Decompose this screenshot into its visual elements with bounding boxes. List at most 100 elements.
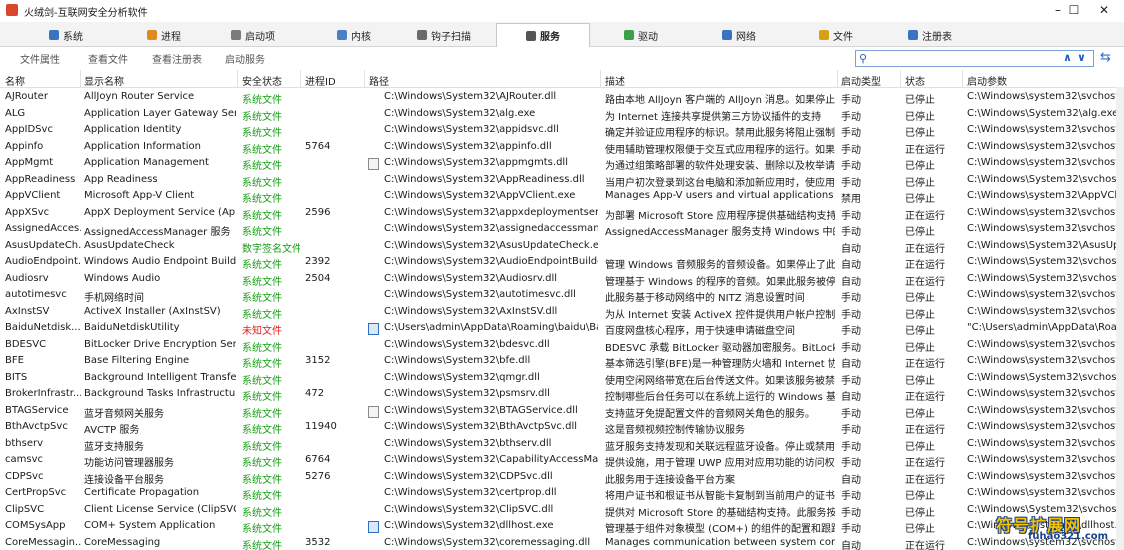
tab-0[interactable]: 系统	[20, 24, 112, 46]
table-row[interactable]: COMSysApp COM+ System Application 系统文件 C:\W…	[0, 518, 1124, 535]
vertical-scrollbar[interactable]	[1116, 87, 1124, 550]
table-row[interactable]: ALG Application Layer Gateway Servi... 系统文…	[0, 106, 1124, 123]
file-icon	[368, 521, 379, 533]
column-state[interactable]: 状态	[905, 73, 925, 88]
cell-state: 已停止	[905, 326, 935, 337]
tab-2[interactable]: 启动项	[207, 24, 299, 46]
cell-description: 提供设施，用于管理 UWP 应用对应用功能的访问权...	[605, 458, 835, 469]
cell-start-params: C:\Windows\system32\svchost.e	[967, 421, 1116, 432]
cell-path: C:\Windows\System32\CapabilityAccessMana…	[384, 454, 598, 465]
tab-5[interactable]: 服务	[496, 23, 590, 48]
column-path[interactable]: 路径	[369, 73, 389, 88]
table-row[interactable]: BthAvctpSvc AVCTP 服务 系统文件 11940 C:\Windows\S…	[0, 419, 1124, 436]
tab-8[interactable]: 文件	[790, 24, 882, 46]
cell-start-type: 手动	[841, 161, 861, 172]
cell-pid: 2596	[305, 206, 331, 218]
start-service-button[interactable]: 启动服务	[225, 51, 265, 66]
table-row[interactable]: autotimesvc 手机网络时间 系统文件 C:\Windows\System32…	[0, 287, 1124, 304]
search-input[interactable]: ⚲ ∧ ∨	[855, 50, 1094, 67]
table-row[interactable]: BTAGService 蓝牙音频网关服务 系统文件 C:\Windows\System…	[0, 403, 1124, 420]
table-row[interactable]: BrokerInfrastr... Background Tasks Infras…	[0, 386, 1124, 403]
table-row[interactable]: camsvc 功能访问管理器服务 系统文件 6764 C:\Windows\System…	[0, 452, 1124, 469]
cell-display-name: CoreMessaging	[84, 536, 161, 548]
table-row[interactable]: AppIDSvc Application Identity 系统文件 C:\Windo…	[0, 122, 1124, 139]
cell-description: 为部署 Microsoft Store 应用程序提供基础结构支持...	[605, 210, 835, 222]
column-security-status[interactable]: 安全状态	[242, 73, 282, 88]
tab-label: 网络	[736, 31, 756, 43]
cell-display-name: AppX Deployment Service (App...	[84, 206, 236, 218]
service-table-body: AJRouter AllJoyn Router Service 系统文件 C:\Win…	[0, 89, 1124, 550]
tab-3[interactable]: 内核	[308, 24, 400, 46]
table-row[interactable]: BaiduNetdisk... BaiduNetdiskUtility 未知文件 C:…	[0, 320, 1124, 337]
table-row[interactable]: CoreMessagin... CoreMessaging 系统文件 3532 C:\W…	[0, 535, 1124, 550]
cell-start-type: 手动	[841, 491, 861, 502]
refresh-icon[interactable]: ⇆	[1100, 50, 1111, 65]
cell-start-params: C:\Windows\system32\svchost.e	[967, 289, 1116, 300]
cell-display-name: Windows Audio Endpoint Builder	[84, 256, 236, 267]
table-row[interactable]: CDPSvc 连接设备平台服务 系统文件 5276 C:\Windows\System3…	[0, 469, 1124, 486]
cell-path: C:\Windows\System32\bfe.dll	[384, 355, 531, 366]
column-divider[interactable]	[80, 70, 81, 87]
cell-path: C:\Windows\System32\AudioEndpointBuilder…	[384, 256, 598, 267]
table-row[interactable]: AppMgmt Application Management 系统文件 C:\Wind…	[0, 155, 1124, 172]
cell-path: C:\Windows\System32\appmgmts.dll	[384, 157, 568, 168]
column-divider[interactable]	[900, 70, 901, 87]
tab-6[interactable]: 驱动	[595, 24, 687, 46]
table-row[interactable]: Appinfo Application Information 系统文件 5764 C:…	[0, 139, 1124, 156]
app-logo-icon	[6, 4, 18, 16]
column-description[interactable]: 描述	[605, 73, 625, 88]
file-properties-button[interactable]: 文件属性	[20, 51, 60, 66]
table-row[interactable]: AssignedAcces... AssignedAccessManager 服务…	[0, 221, 1124, 238]
cell-security-status: 系统文件	[242, 441, 282, 453]
tab-label: 系统	[63, 31, 83, 43]
table-row[interactable]: BFE Base Filtering Engine 系统文件 3152 C:\Windo…	[0, 353, 1124, 370]
column-start-type[interactable]: 启动类型	[841, 73, 881, 88]
view-file-button[interactable]: 查看文件	[88, 51, 128, 66]
column-divider[interactable]	[237, 70, 238, 87]
view-registry-button[interactable]: 查看注册表	[152, 51, 202, 66]
cell-pid: 11940	[305, 421, 337, 432]
cell-security-status: 系统文件	[242, 293, 282, 304]
cell-security-status: 系统文件	[242, 408, 282, 420]
column-divider[interactable]	[364, 70, 365, 87]
cell-start-params: C:\Windows\System32\alg.exe	[967, 107, 1116, 119]
cell-start-params: C:\Windows\System32\svchost.e	[967, 272, 1116, 284]
file-icon	[368, 158, 379, 170]
column-start-params[interactable]: 启动参数	[967, 73, 1007, 88]
cell-description: 控制哪些后台任务可以在系统上运行的 Windows 基...	[605, 392, 835, 403]
cell-security-status: 系统文件	[242, 128, 282, 139]
column-name[interactable]: 名称	[5, 73, 25, 88]
table-row[interactable]: bthserv 蓝牙支持服务 系统文件 C:\Windows\System32\bth…	[0, 436, 1124, 453]
tab-7[interactable]: 网络	[693, 24, 785, 46]
column-divider[interactable]	[962, 70, 963, 87]
cell-name: AppVClient	[5, 190, 61, 201]
cell-name: AppIDSvc	[5, 124, 53, 135]
table-row[interactable]: AppReadiness App Readiness 系统文件 C:\Windows\…	[0, 172, 1124, 189]
search-up-icon[interactable]: ∧	[1063, 51, 1072, 64]
table-row[interactable]: AppXSvc AppX Deployment Service (App... 系统…	[0, 205, 1124, 222]
close-button[interactable]: ✕	[1082, 0, 1124, 20]
cell-start-type: 自动	[841, 243, 861, 255]
search-down-icon[interactable]: ∨	[1077, 51, 1086, 64]
table-row[interactable]: BITS Background Intelligent Transfer... 系统…	[0, 370, 1124, 387]
table-row[interactable]: AJRouter AllJoyn Router Service 系统文件 C:\Win…	[0, 89, 1124, 106]
column-pid[interactable]: 进程ID	[305, 73, 336, 88]
tab-1[interactable]: 进程	[118, 24, 210, 46]
table-row[interactable]: BDESVC BitLocker Drive Encryption Servi..…	[0, 337, 1124, 354]
table-row[interactable]: AsusUpdateCh... AsusUpdateCheck 数字签名文件 C:\W…	[0, 238, 1124, 255]
tab-4[interactable]: 钩子扫描	[398, 24, 490, 46]
table-row[interactable]: ClipSVC Client License Service (ClipSVC) 系…	[0, 502, 1124, 519]
table-row[interactable]: CertPropSvc Certificate Propagation 系统文件 C:…	[0, 485, 1124, 502]
table-row[interactable]: AxInstSV ActiveX Installer (AxInstSV) 系统文件…	[0, 304, 1124, 321]
cell-start-type: 手动	[841, 177, 861, 189]
column-divider[interactable]	[837, 70, 838, 87]
column-divider[interactable]	[300, 70, 301, 87]
tab-9[interactable]: 注册表	[884, 24, 976, 46]
cell-name: Audiosrv	[5, 272, 49, 284]
cell-description: 这是音频视频控制传输协议服务	[605, 425, 745, 436]
column-display-name[interactable]: 显示名称	[84, 73, 124, 88]
column-divider[interactable]	[600, 70, 601, 87]
table-row[interactable]: AppVClient Microsoft App-V Client 系统文件 C:\W…	[0, 188, 1124, 205]
table-row[interactable]: AudioEndpoint... Windows Audio Endpoint B…	[0, 254, 1124, 271]
table-row[interactable]: Audiosrv Windows Audio 系统文件 2504 C:\Windows\…	[0, 271, 1124, 288]
